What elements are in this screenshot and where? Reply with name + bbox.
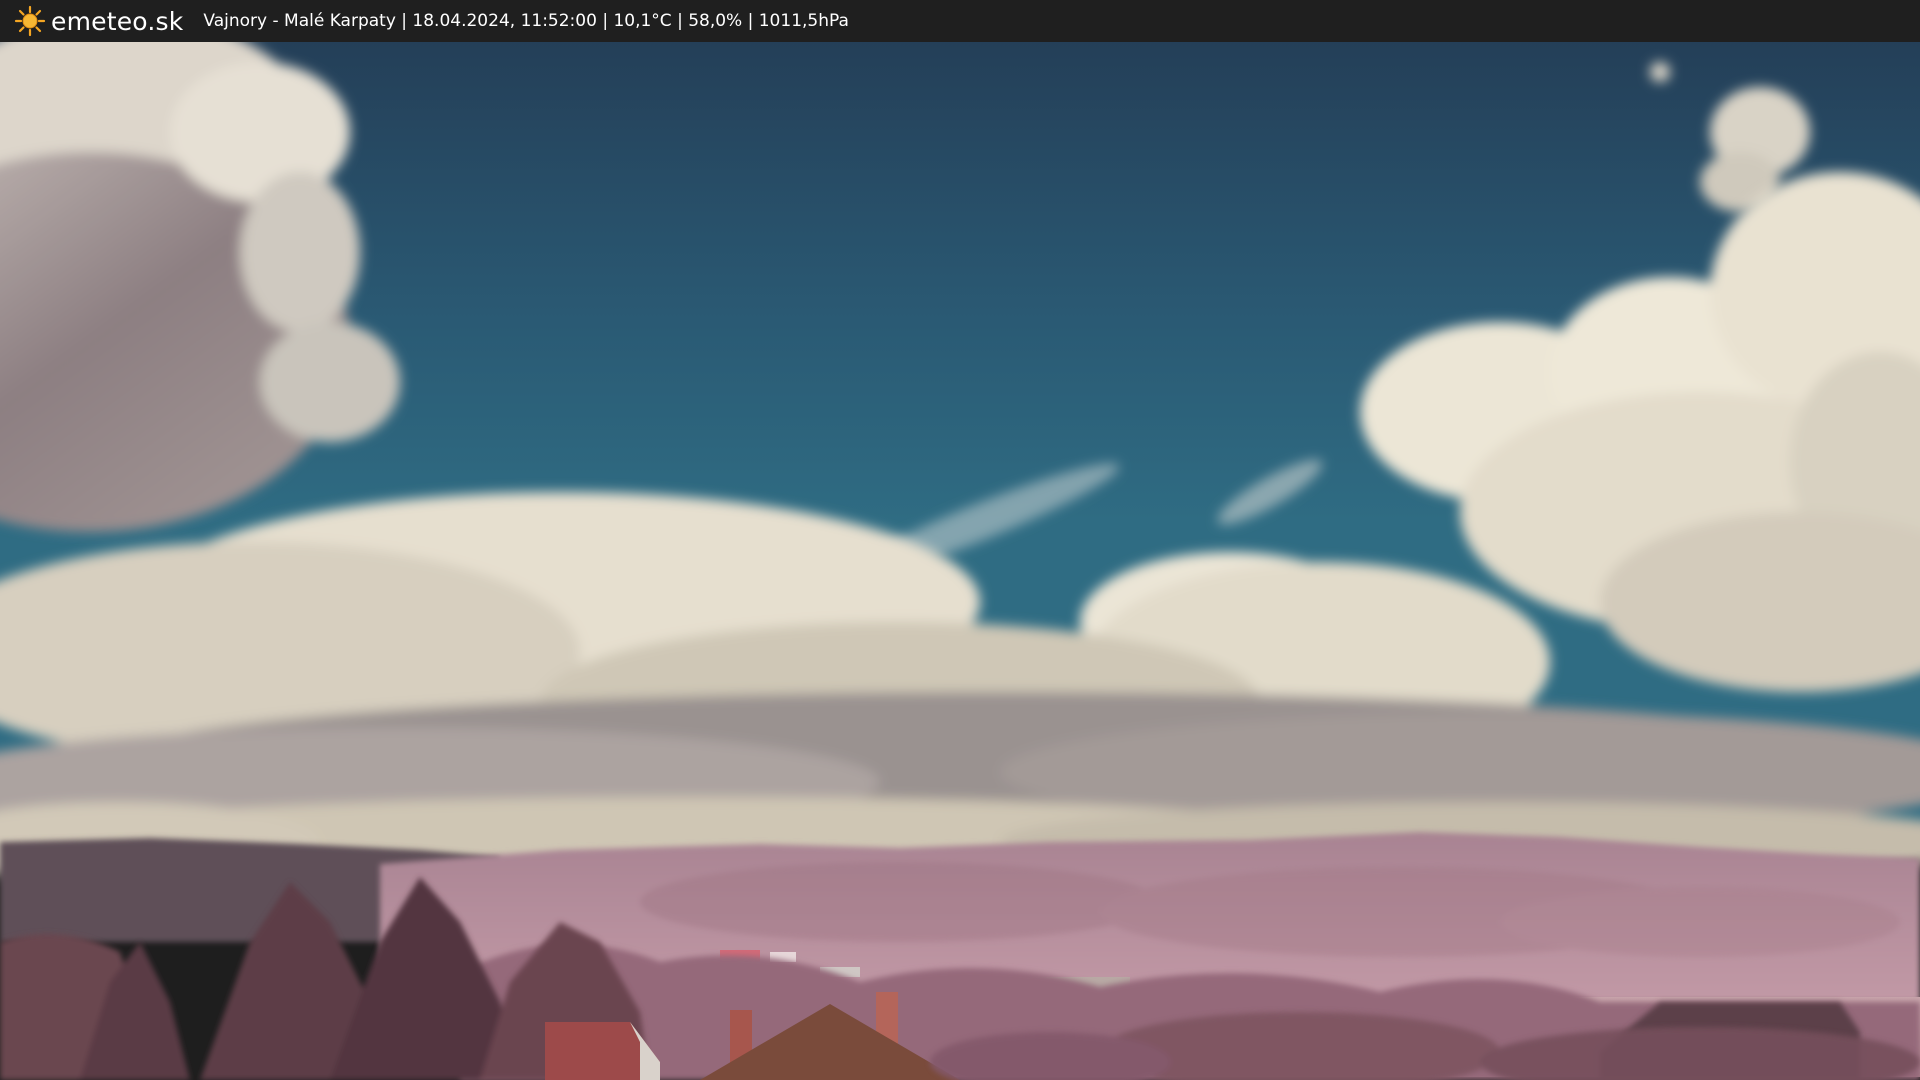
webcam-frame: emeteo.sk Vajnory - Malé Karpaty | 18.04… (0, 0, 1920, 1080)
webcam-image (0, 42, 1920, 1080)
sun-icon (14, 5, 46, 37)
weather-caption: Vajnory - Malé Karpaty | 18.04.2024, 11:… (203, 11, 849, 31)
site-logo[interactable]: emeteo.sk (14, 5, 183, 37)
info-bar: emeteo.sk Vajnory - Malé Karpaty | 18.04… (0, 0, 1920, 42)
site-name: emeteo.sk (51, 6, 184, 36)
